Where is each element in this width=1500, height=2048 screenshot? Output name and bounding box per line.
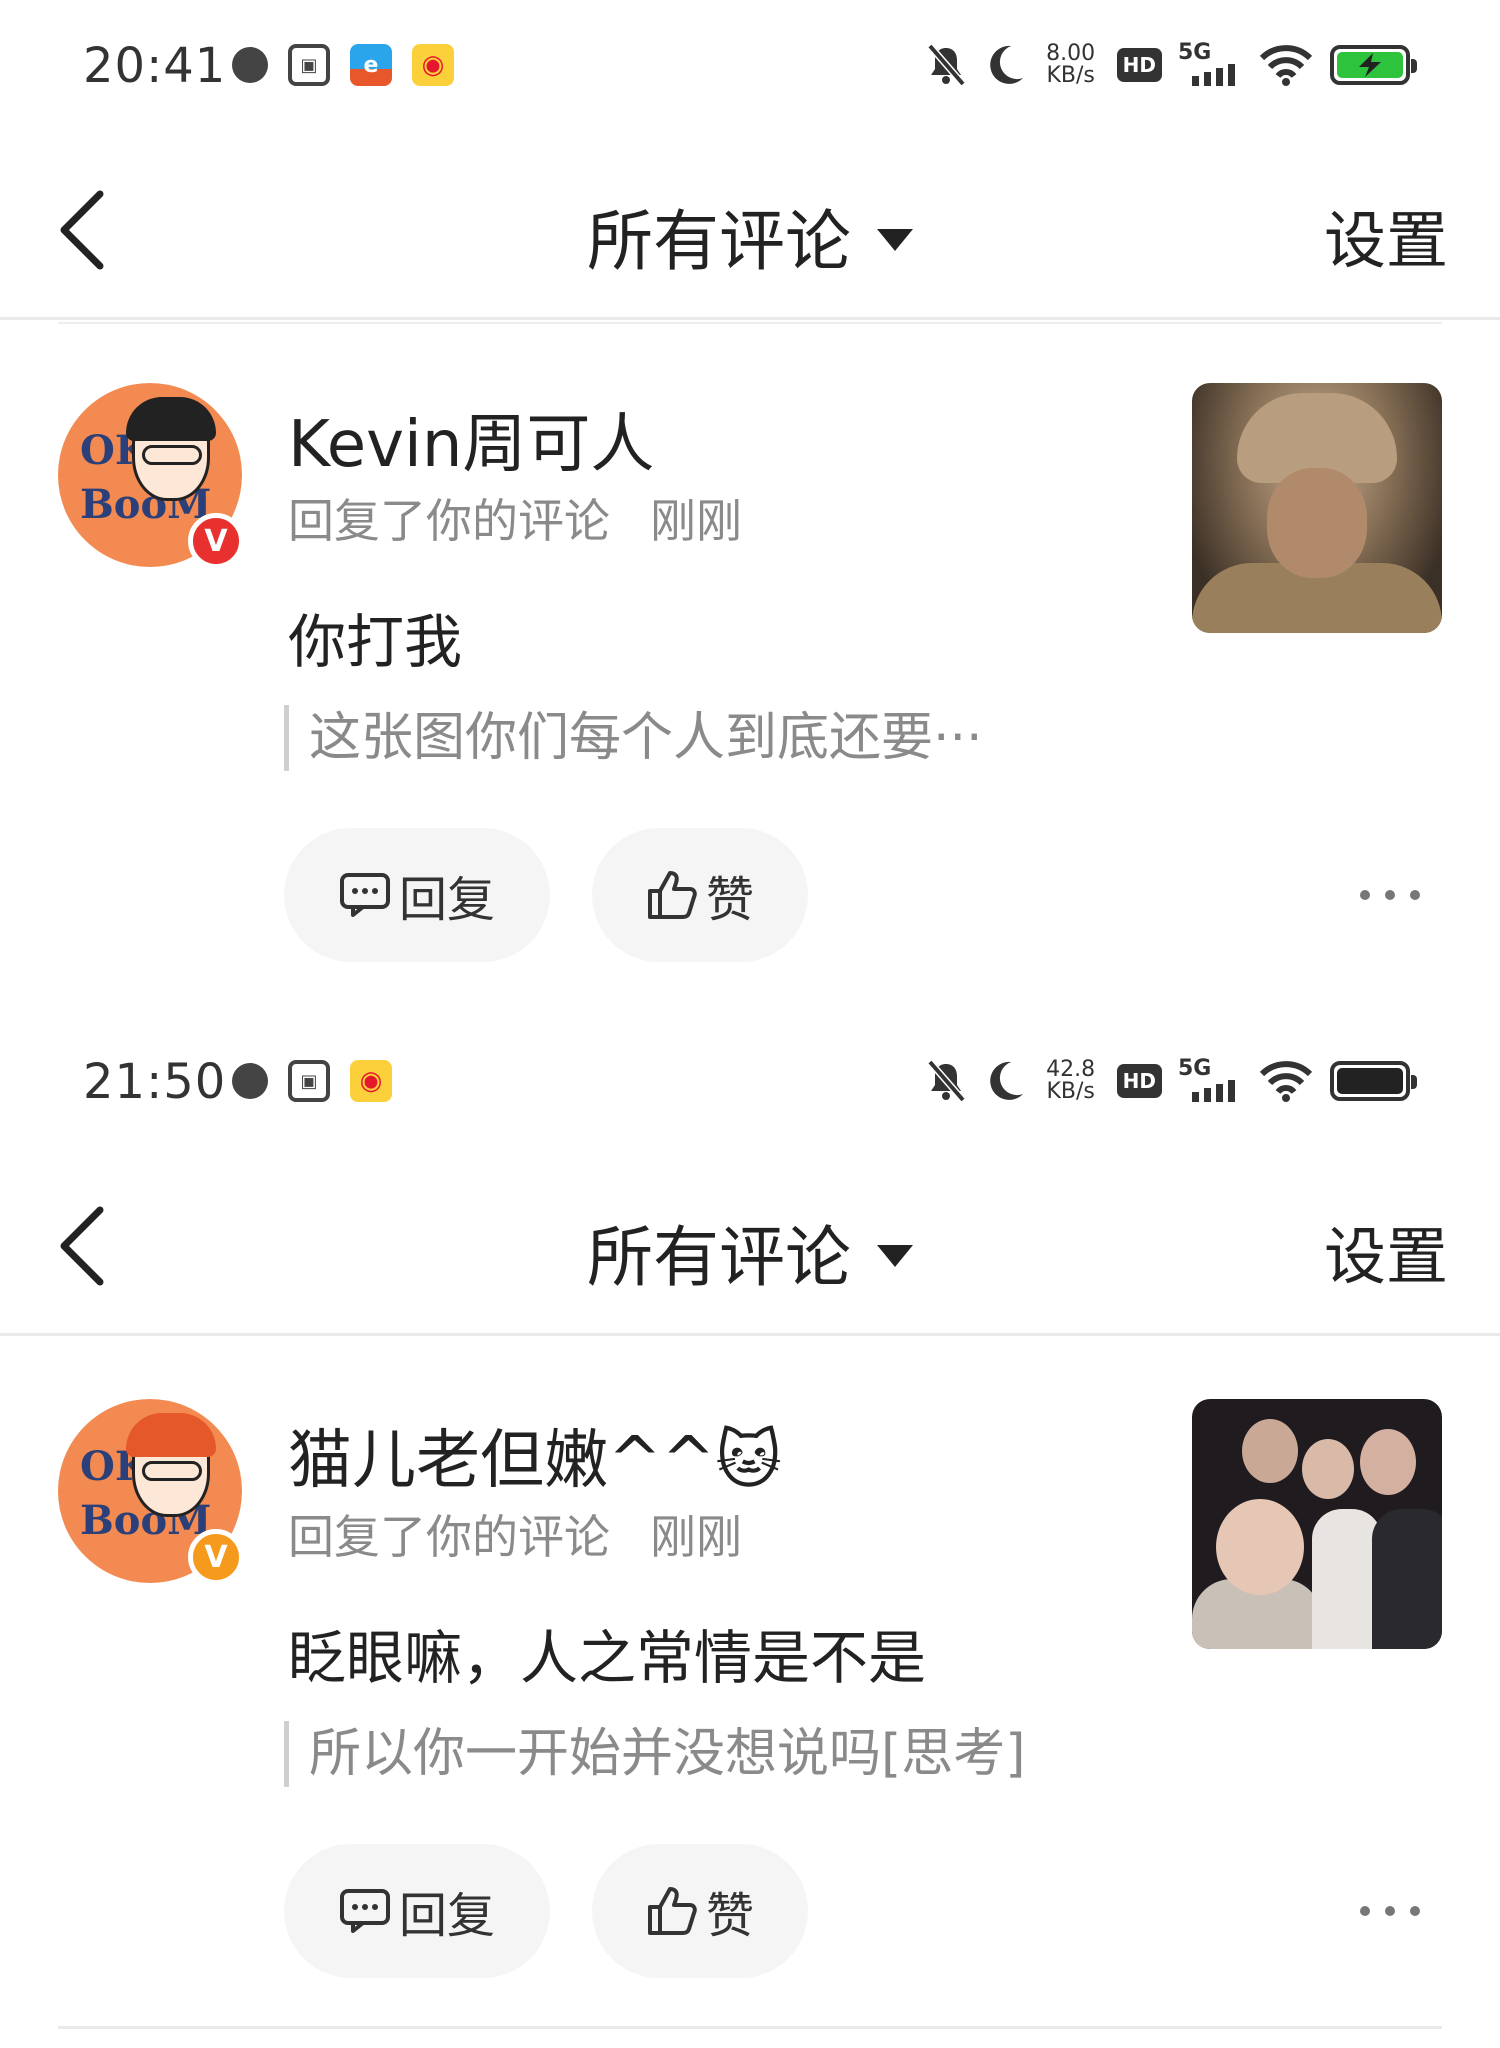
commenter-name[interactable]: Kevin周可人	[288, 393, 654, 485]
speed-value: 8.00	[1046, 41, 1096, 66]
quoted-comment[interactable]: 这张图你们每个人到底还要···	[284, 705, 983, 771]
thumbs-up-icon	[647, 871, 697, 919]
comment-time: 刚刚	[650, 1510, 742, 1564]
comment-time: 刚刚	[650, 494, 742, 548]
status-bar: 21:50 ▣ ◉ 42.8 KB/s HD 5G	[0, 1016, 1500, 1156]
post-thumbnail[interactable]	[1192, 1399, 1442, 1649]
battery-icon	[1330, 1061, 1417, 1101]
network-type: 5G	[1178, 40, 1212, 65]
speed-unit: KB/s	[1046, 63, 1095, 88]
charging-bolt-icon	[1359, 53, 1381, 77]
globe-icon	[232, 47, 268, 83]
comment-action: 回复了你的评论	[288, 494, 610, 548]
commenter-name[interactable]: 猫儿老但嫩^^🐱	[288, 1409, 782, 1501]
status-time: 21:50	[83, 1054, 227, 1110]
reply-button[interactable]: 回复	[284, 1844, 550, 1978]
wifi-icon	[1259, 1061, 1313, 1102]
hd-badge: HD	[1116, 48, 1162, 82]
battery-icon	[1330, 45, 1417, 85]
post-thumbnail[interactable]	[1192, 383, 1442, 633]
avatar[interactable]: OK BooM V	[58, 383, 244, 569]
status-bar: 20:41 ▣ e ◉ 8.00 KB/s HD 5G	[0, 0, 1500, 140]
bell-muted-icon	[927, 43, 966, 87]
comment-text: 眨眼嘛，人之常情是不是	[288, 1624, 927, 1692]
network-speed: 42.8 KB/s	[1041, 1059, 1101, 1103]
globe-icon	[232, 1063, 268, 1099]
nav-bar: 所有评论 设置	[0, 1156, 1500, 1336]
status-time: 20:41	[83, 38, 227, 94]
comment-bubble-icon	[339, 873, 390, 917]
avatar-hair	[126, 1413, 216, 1457]
comment-filter-dropdown[interactable]: 所有评论	[0, 188, 1500, 284]
weibo-icon: ◉	[350, 1060, 392, 1102]
comment-meta: 回复了你的评论 刚刚	[288, 485, 742, 551]
settings-button[interactable]: 设置	[1324, 1206, 1448, 1296]
like-label: 赞	[705, 1888, 754, 1944]
comment-item[interactable]: OK BooM V Kevin周可人 回复了你的评论 刚刚 你打我 这张图你们每个…	[0, 323, 1500, 1016]
page-title: 所有评论	[587, 1219, 851, 1296]
caret-down-icon	[877, 1244, 913, 1267]
speed-unit: KB/s	[1046, 1079, 1095, 1104]
bell-muted-icon	[927, 1059, 966, 1103]
comment-bubble-icon	[339, 1889, 390, 1933]
app-icon: e	[350, 44, 392, 86]
system-icons: 8.00 KB/s HD 5G	[925, 40, 1417, 90]
verified-badge-icon: V	[188, 513, 244, 569]
screenshot-1: 20:41 ▣ e ◉ 8.00 KB/s HD 5G 所有评论 设置 OK B…	[0, 0, 1500, 1016]
hd-badge: HD	[1116, 1064, 1162, 1098]
moon-icon	[989, 45, 1023, 84]
comment-filter-dropdown[interactable]: 所有评论	[0, 1204, 1500, 1300]
quoted-comment[interactable]: 所以你一开始并没想说吗[思考]	[284, 1721, 1026, 1787]
divider	[58, 322, 1442, 324]
nav-bar: 所有评论 设置	[0, 140, 1500, 320]
notification-icons: ▣ ◉	[232, 1060, 392, 1102]
scan-box-icon: ▣	[288, 1060, 330, 1102]
like-label: 赞	[705, 872, 754, 928]
avatar[interactable]: OK BooM V	[58, 1399, 244, 1585]
comment-action: 回复了你的评论	[288, 1510, 610, 1564]
like-button[interactable]: 赞	[592, 828, 808, 962]
moon-icon	[989, 1061, 1023, 1100]
network-speed: 8.00 KB/s	[1041, 43, 1101, 87]
more-options-icon[interactable]	[1360, 865, 1420, 925]
caret-down-icon	[877, 228, 913, 251]
reply-label: 回复	[398, 872, 495, 928]
notification-icons: ▣ e ◉	[232, 44, 454, 86]
divider	[58, 2026, 1442, 2029]
network-type: 5G	[1178, 1056, 1212, 1081]
page-title: 所有评论	[587, 203, 851, 280]
comment-text: 你打我	[288, 608, 463, 676]
reply-label: 回复	[398, 1888, 495, 1944]
comment-item[interactable]: OK BooM V 猫儿老但嫩^^🐱 回复了你的评论 刚刚 眨眼嘛，人之常情是不是…	[0, 1339, 1500, 2032]
comment-meta: 回复了你的评论 刚刚	[288, 1501, 742, 1567]
system-icons: 42.8 KB/s HD 5G	[925, 1056, 1417, 1106]
avatar-glasses	[142, 445, 202, 465]
signal-5g-icon: 5G	[1178, 1056, 1242, 1106]
thumbs-up-icon	[647, 1887, 697, 1935]
more-options-icon[interactable]	[1360, 1881, 1420, 1941]
avatar-glasses	[142, 1461, 202, 1481]
avatar-hair	[126, 397, 216, 441]
verified-badge-icon: V	[188, 1529, 244, 1585]
wifi-icon	[1259, 45, 1313, 86]
scan-box-icon: ▣	[288, 44, 330, 86]
speed-value: 42.8	[1046, 1057, 1096, 1082]
settings-button[interactable]: 设置	[1324, 190, 1448, 280]
signal-5g-icon: 5G	[1178, 40, 1242, 90]
screenshot-2: 21:50 ▣ ◉ 42.8 KB/s HD 5G 所有评论 设置 OK Boo…	[0, 1016, 1500, 2032]
reply-button[interactable]: 回复	[284, 828, 550, 962]
weibo-icon: ◉	[412, 44, 454, 86]
like-button[interactable]: 赞	[592, 1844, 808, 1978]
